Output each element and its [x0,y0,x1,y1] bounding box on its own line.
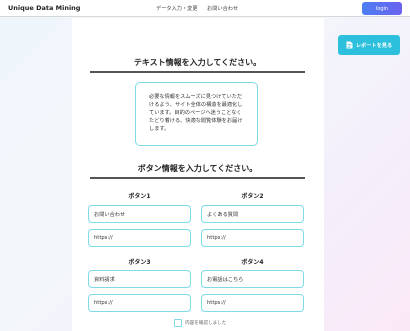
button3-heading: ボタン3 [128,259,151,266]
note-line: します。 [149,126,170,132]
note-line: けるよう、サイト全体の構造を最適化し [149,102,243,108]
button3-url-field[interactable]: https:// [88,294,191,312]
button4-url-field[interactable]: https:// [201,294,304,312]
confirm-row: 内容を確認しました [174,319,226,327]
view-report-label: レポートを見る [355,42,393,49]
button2-heading: ボタン2 [241,193,264,200]
button2-label-field[interactable]: よくある質問 [201,205,304,223]
top-header: Unique Data Mining データ入力・変更 お問い合わせ login [0,0,410,17]
nav-contact[interactable]: お問い合わせ [207,5,238,12]
text-info-box[interactable]: 必要な情報をスムーズに見つけていただ けるよう、サイト全体の構造を最適化し てい… [135,82,258,146]
button1-url-field[interactable]: https:// [88,229,191,247]
button3-label-field[interactable]: 資料請求 [88,270,191,288]
note-line: たどり着ける、快適な閲覧体験をお届け [149,118,243,124]
document-icon [346,41,353,49]
text-section-title: テキスト情報を入力してください。 [133,58,262,67]
button2-url-field[interactable]: https:// [201,229,304,247]
button-section-title: ボタン情報を入力してください。 [137,164,258,173]
confirm-checkbox[interactable] [174,319,182,327]
nav-data-entry[interactable]: データ入力・変更 [156,5,198,12]
note-line: 必要な情報をスムーズに見つけていただ [149,94,243,100]
button4-label-field[interactable]: お電話はこちら [201,270,304,288]
button4-heading: ボタン4 [241,259,264,266]
button1-heading: ボタン1 [128,193,151,200]
login-button[interactable]: login [362,2,402,15]
button-section-divider [90,177,305,179]
button1-label-field[interactable]: お問い合わせ [88,205,191,223]
view-report-button[interactable]: レポートを見る [338,35,400,55]
text-section-divider [90,71,305,73]
confirm-label: 内容を確認しました [185,321,227,326]
note-line: ています。目的のページへ迷うことなく [149,110,242,116]
site-logo[interactable]: Unique Data Mining [8,4,80,12]
